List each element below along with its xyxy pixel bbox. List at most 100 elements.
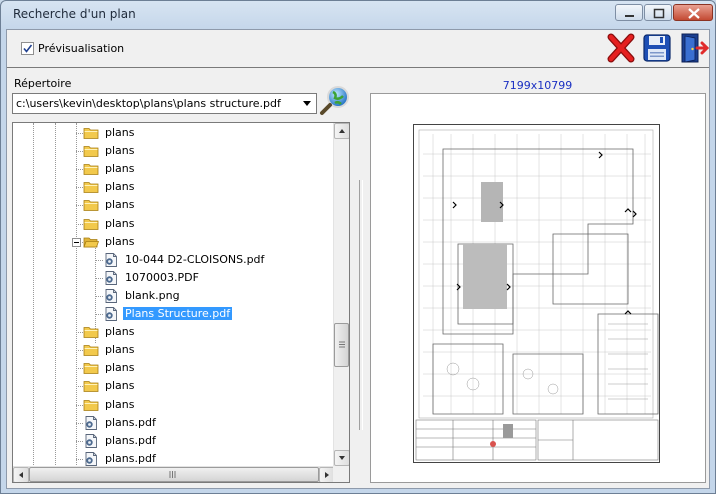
file-icon: [103, 288, 119, 304]
scrollbar-corner: [333, 466, 349, 482]
tree-item-label: plans: [105, 379, 135, 393]
tree-branch-line: [76, 169, 83, 171]
tree-branch-line: [76, 332, 83, 334]
arrow-left-icon: [19, 472, 23, 478]
folder-icon: [83, 360, 99, 376]
red-x-icon: [607, 33, 635, 63]
folder-icon: [83, 378, 99, 394]
folder-open-icon: [83, 234, 100, 250]
directory-label: Répertoire: [14, 77, 72, 90]
tree-item-label: plans: [105, 343, 135, 357]
app-window: Recherche d'un plan Prévisualisation Rép…: [0, 0, 716, 494]
tree-item-label: plans.pdf: [105, 451, 156, 465]
image-dimensions: 7199x10799: [502, 79, 573, 92]
delete-button[interactable]: [605, 32, 637, 64]
vertical-scrollbar[interactable]: [333, 123, 349, 466]
grip-icon: [169, 471, 176, 478]
tree-item-label: plans: [105, 325, 135, 339]
grip-icon: [339, 341, 345, 348]
folder-icon: [83, 143, 99, 159]
tree-branch-line: [76, 133, 83, 134]
tree-item-label: plans: [105, 126, 135, 139]
folder-icon: [83, 161, 99, 177]
tree-branch-line: [95, 295, 103, 297]
search-button[interactable]: [319, 85, 351, 117]
exit-button[interactable]: [677, 32, 710, 64]
folder-icon: [83, 125, 99, 141]
tree-branch-line: [76, 151, 83, 153]
file-icon: [83, 415, 99, 431]
folder-icon: [83, 216, 99, 232]
tree-branch-line: [76, 458, 83, 460]
file-icon: [83, 433, 99, 449]
tree-branch-line: [76, 404, 83, 406]
tree-item-label: plans: [105, 216, 135, 230]
tree-item-label: plans: [105, 234, 135, 248]
preview-checkbox-label[interactable]: Prévisualisation: [38, 42, 124, 55]
tree-viewport: plans plans plans plans plans plans plans 10-04…: [13, 123, 335, 467]
exit-door-icon: [681, 33, 710, 63]
title-bar[interactable]: Recherche d'un plan: [1, 1, 715, 29]
maximize-button[interactable]: [644, 4, 672, 21]
folder-icon: [83, 324, 99, 340]
tree-item-label: plans: [105, 198, 135, 212]
tree-item-label: 1070003.PDF: [125, 270, 199, 284]
tree-item-label: plans: [105, 397, 135, 411]
tree-item-label: plans: [105, 144, 135, 158]
file-icon: [103, 306, 119, 322]
panel-splitter[interactable]: [359, 180, 363, 430]
tree-item-label: Plans Structure.pdf: [121, 306, 234, 321]
directory-tree[interactable]: plans plans plans plans plans plans plans 10-04…: [12, 122, 350, 483]
directory-combobox[interactable]: c:\users\kevin\desktop\plans\plans struc…: [12, 93, 317, 114]
save-button[interactable]: [641, 32, 673, 64]
tree-branch-line: [76, 350, 83, 352]
vertical-scroll-thumb[interactable]: [334, 323, 349, 367]
plan-preview: [370, 93, 706, 483]
plan-drawing-image: [413, 124, 660, 463]
tree-item-label: plans: [105, 162, 135, 176]
arrow-up-icon: [339, 129, 345, 133]
file-icon: [83, 451, 99, 467]
tree-item-label: blank.png: [125, 288, 180, 302]
window-title: Recherche d'un plan: [13, 7, 136, 21]
tree-branch-line: [76, 368, 83, 370]
tree-branch-line: [95, 259, 103, 261]
folder-icon: [83, 197, 99, 213]
collapse-toggle-icon[interactable]: [72, 237, 81, 247]
folder-icon: [83, 397, 99, 413]
tree-item-label: plans.pdf: [105, 433, 156, 447]
tree-item-label: plans: [105, 180, 135, 194]
minimize-icon: [625, 15, 634, 17]
maximize-icon: [653, 8, 665, 19]
globe-magnifier-icon: [320, 86, 349, 115]
tree-branch-line: [76, 223, 83, 225]
tree-item-label: plans: [105, 361, 135, 375]
close-icon: [688, 8, 700, 19]
arrow-down-icon: [339, 456, 345, 460]
horizontal-scroll-thumb[interactable]: [29, 467, 319, 482]
tree-guide-line: [76, 123, 77, 467]
tree-branch-line: [76, 205, 83, 207]
horizontal-scrollbar[interactable]: [13, 466, 335, 482]
minimize-button[interactable]: [615, 4, 643, 21]
toolbar: Prévisualisation: [7, 30, 710, 68]
scroll-up-button[interactable]: [334, 123, 349, 139]
tree-branch-line: [95, 314, 103, 315]
tree-guide-line: [55, 123, 56, 467]
scroll-left-button[interactable]: [13, 467, 29, 482]
tree-item-label: plans.pdf: [105, 415, 156, 429]
client-area: Prévisualisation Répertoire c:\users\kev…: [6, 29, 710, 489]
checkmark-icon: [23, 44, 33, 53]
tree-item-label: 10-044 D2-CLOISONS.pdf: [125, 252, 265, 266]
floppy-disk-icon: [643, 34, 671, 62]
folder-icon: [83, 342, 99, 358]
preview-checkbox[interactable]: [21, 42, 34, 55]
file-icon: [103, 270, 119, 286]
file-icon: [103, 252, 119, 268]
chevron-down-icon[interactable]: [303, 101, 311, 106]
folder-icon: [83, 179, 99, 195]
tree-guide-line: [33, 123, 34, 467]
scroll-down-button[interactable]: [334, 450, 349, 466]
arrow-right-icon: [325, 472, 329, 478]
close-button[interactable]: [673, 4, 713, 21]
